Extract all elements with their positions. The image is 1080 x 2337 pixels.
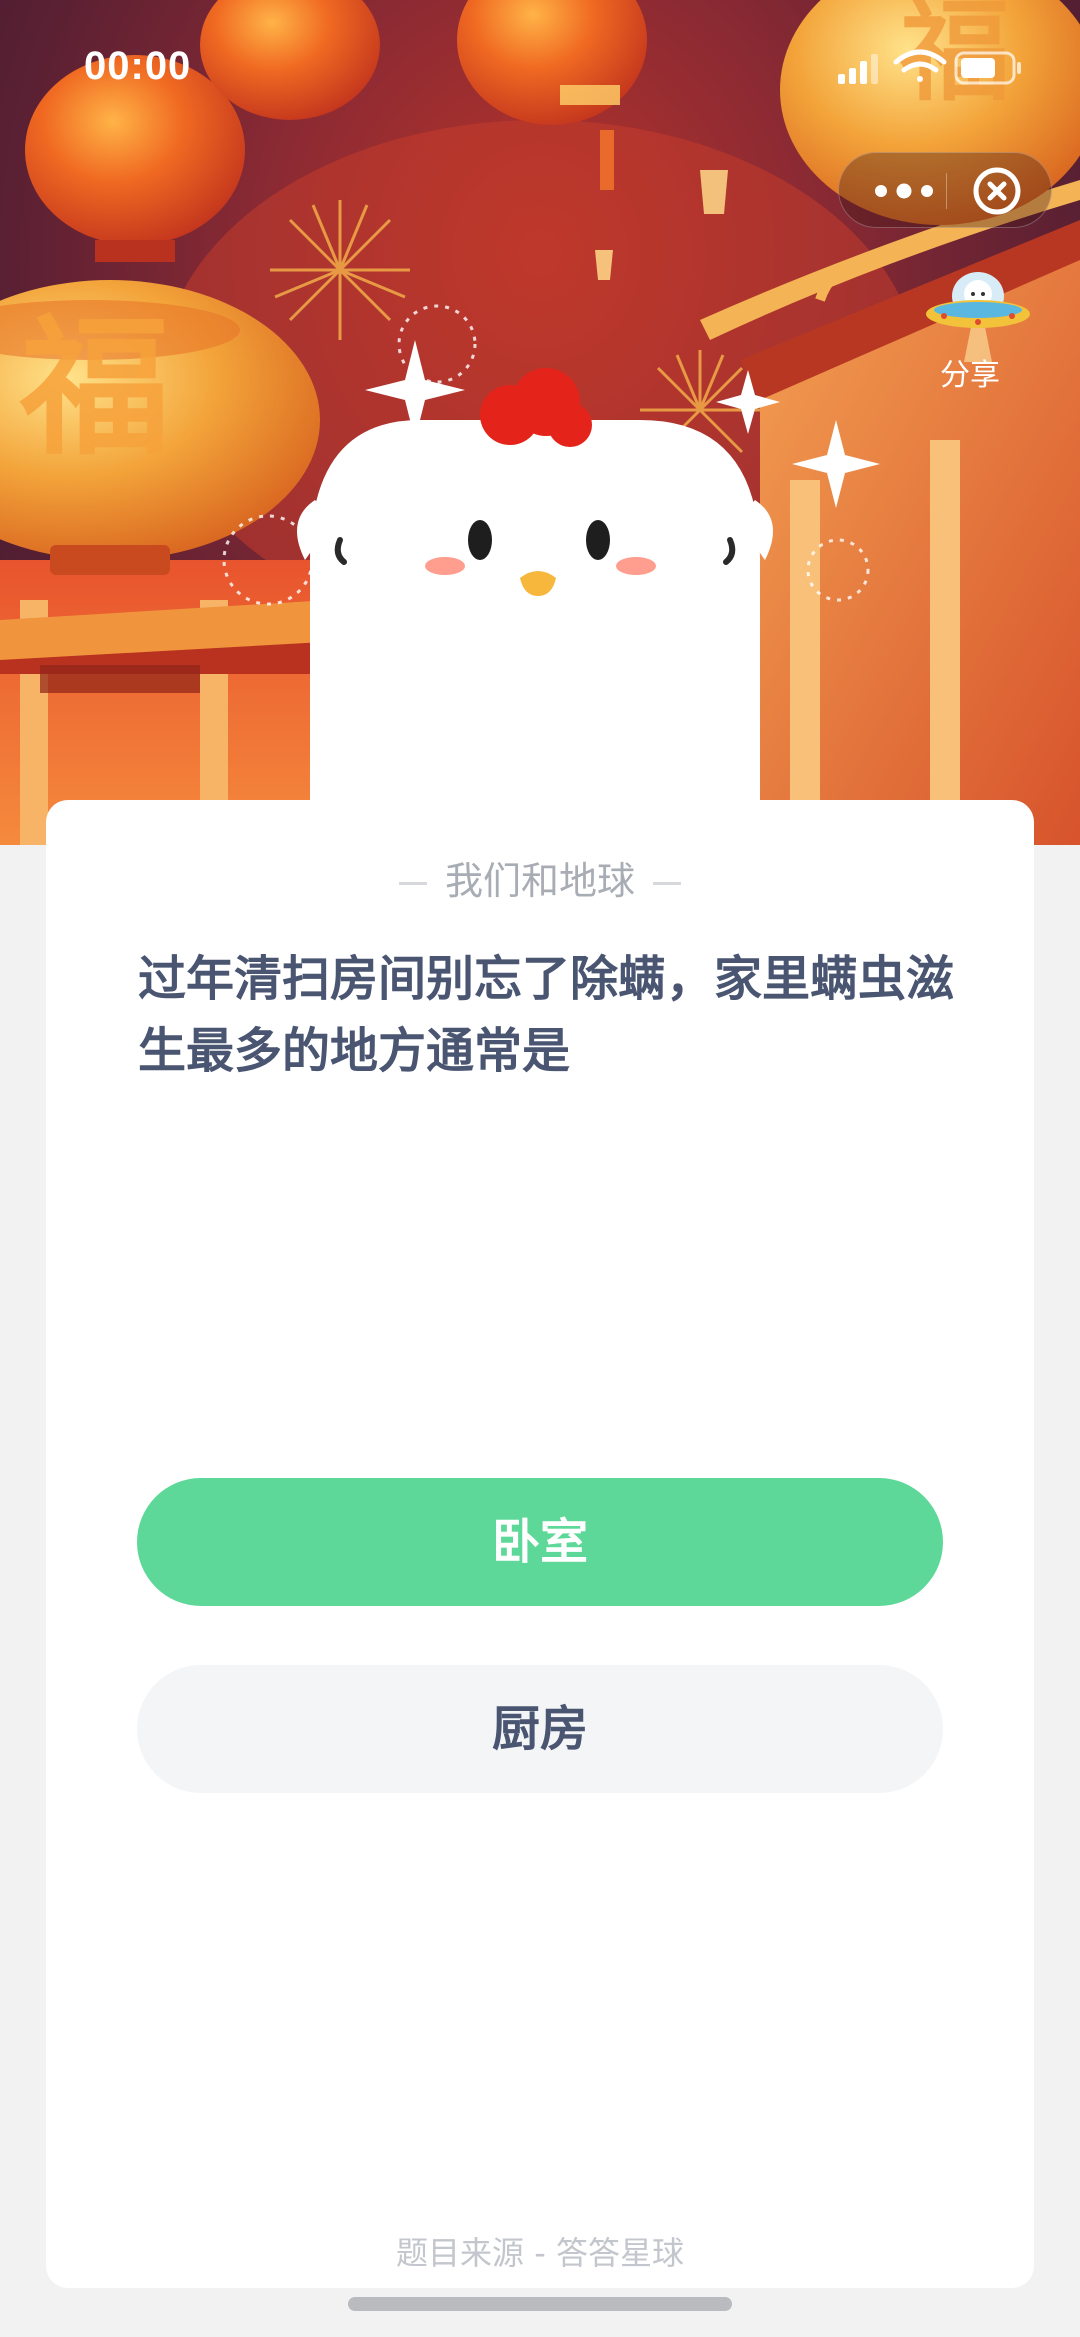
home-indicator[interactable] (348, 2297, 732, 2311)
category-label: 我们和地球 (444, 859, 635, 903)
status-icons (838, 49, 1021, 85)
close-circle-icon[interactable] (971, 165, 1023, 217)
capsule-divider (946, 173, 947, 209)
answer-option-1-label: 卧室 (491, 1514, 588, 1570)
battery-icon (954, 51, 1021, 85)
category-header: 我们和地球 (46, 850, 1034, 905)
answer-option-2[interactable]: 厨房 (137, 1665, 943, 1793)
question-text: 过年清扫房间别忘了除螨，家里螨虫滋生最多的地方通常是 (138, 951, 955, 1079)
question-source: 题目来源 - 答答星球 (396, 2234, 684, 2272)
share-label[interactable]: 分享 (940, 350, 1000, 394)
answer-option-1[interactable]: 卧室 (137, 1478, 943, 1606)
question-card: 我们和地球 过年清扫房间别忘了除螨，家里螨虫滋生最多的地方通常是 卧室 厨房 题… (46, 800, 1034, 2288)
wifi-icon (893, 49, 947, 82)
category-dash-right (653, 882, 681, 885)
signal-icon (838, 54, 878, 84)
category-dash-left (398, 882, 427, 885)
answer-option-2-label: 厨房 (491, 1701, 588, 1757)
status-time: 00:00 (84, 44, 192, 88)
svg-text:福: 福 (19, 302, 170, 476)
more-dots-icon[interactable] (869, 171, 939, 211)
festival-scene-illustration: 福 福 (0, 0, 1080, 845)
chicken-mascot-illustration (297, 368, 773, 845)
mini-program-capsule (838, 152, 1052, 228)
hero-banner: 福 福 00:00 分享 (0, 0, 1080, 845)
